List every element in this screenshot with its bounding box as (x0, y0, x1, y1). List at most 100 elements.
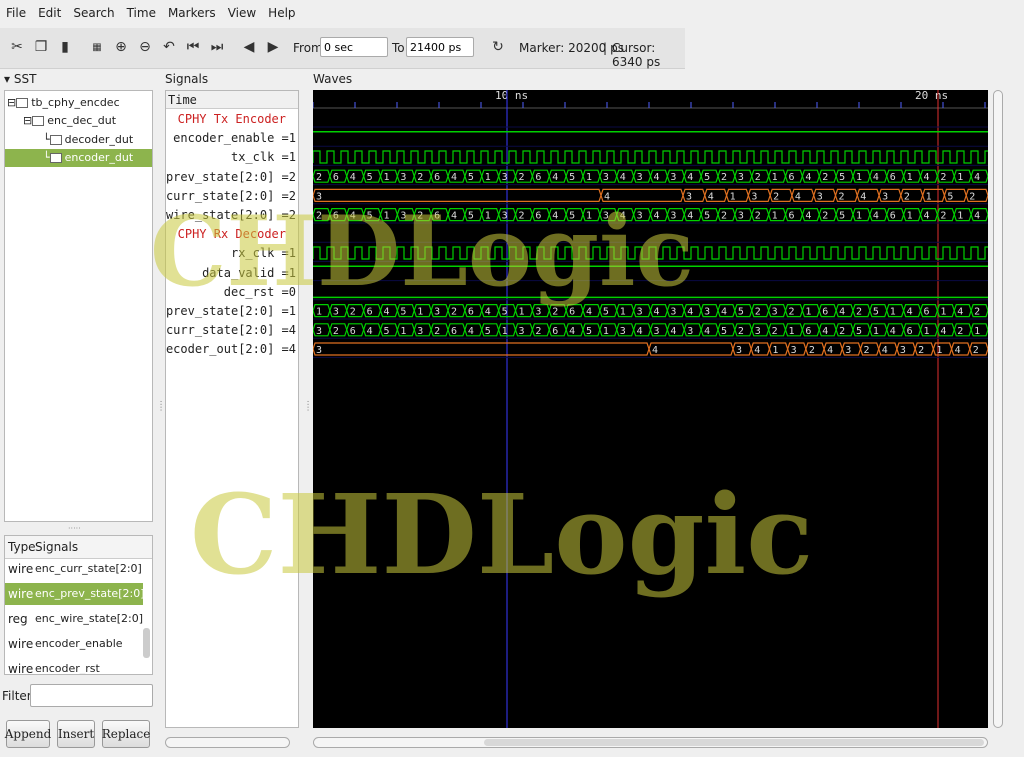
signal-name-row[interactable]: decoder_out[2:0] =4 (166, 340, 296, 359)
bus-value: 2 (316, 211, 322, 222)
tree-item-tb-cphy-encdec[interactable]: ⊟ tb_cphy_encdec (7, 94, 120, 112)
insert-button[interactable]: Insert (57, 720, 95, 748)
append-button[interactable]: Append (5, 720, 51, 748)
bus-value: 2 (350, 307, 356, 318)
bus-value: 3 (686, 191, 692, 202)
signal-list-row[interactable]: reg enc_wire_state[2:0] (5, 608, 143, 630)
bus-value: 4 (805, 172, 811, 183)
signal-list-row[interactable]: wire enc_prev_state[2:0] (5, 583, 144, 605)
bus-value: 3 (670, 307, 676, 318)
prev-edge-icon[interactable]: ◀ (238, 36, 260, 58)
pane-splitter[interactable]: ····· (68, 524, 81, 533)
signal-name-row[interactable]: enc_prev_state[2:0] =2 (166, 168, 296, 187)
signal-name: enc_wire_state[2:0] (35, 612, 144, 625)
signal-list-scrollbar[interactable] (143, 628, 150, 658)
menu-time[interactable]: Time (121, 6, 162, 20)
bus-value: 2 (974, 307, 980, 318)
bus-value: 2 (417, 172, 423, 183)
zoom-fit-icon[interactable]: ▦ (86, 36, 108, 58)
go-start-icon[interactable]: ⏮ (182, 36, 204, 58)
bus-value: 3 (772, 307, 778, 318)
reload-icon[interactable]: ↻ (487, 36, 509, 58)
tree-item-encoder-dut[interactable]: └ encoder_dut (5, 149, 152, 167)
bus-value: 2 (789, 307, 795, 318)
bus-value: 2 (969, 191, 975, 202)
go-end-icon[interactable]: ⏭ (206, 36, 228, 58)
waves-vscrollbar[interactable] (993, 90, 1003, 728)
sst-title[interactable]: ▾ SST (4, 72, 36, 86)
splitter-grip[interactable]: ···· (302, 400, 312, 411)
bus-value: 4 (839, 307, 845, 318)
signal-name-row[interactable]: dec_rst =0 (224, 283, 296, 302)
bus-value: 1 (502, 326, 508, 337)
waves-pane[interactable]: 10 ns 20 ns 2 6 4 5 1 3 2 6 4 5 1 3 2 6 4 5 1 3 4 3 4 3 4 5 2 3 2 1 6 4… (313, 90, 988, 728)
bus-value: 4 (687, 172, 693, 183)
next-edge-icon[interactable]: ▶ (262, 36, 284, 58)
signal-name-row[interactable]: data_valid =1 (202, 264, 296, 283)
bus-value: 6 (890, 172, 896, 183)
signal-name-row[interactable]: enc_curr_state[2:0] =2 (166, 187, 296, 206)
menu-search[interactable]: Search (67, 6, 120, 20)
bus-value: 4 (907, 307, 913, 318)
undo-zoom-icon[interactable]: ↶ (158, 36, 180, 58)
signal-name-row[interactable]: dec_curr_state[2:0] =4 (166, 321, 296, 340)
signal-name-row[interactable]: rx_clk =1 (231, 244, 296, 263)
bus-value: 1 (856, 211, 862, 222)
bus-value: 5 (873, 307, 879, 318)
bus-value: 1 (417, 307, 423, 318)
menu-edit[interactable]: Edit (32, 6, 67, 20)
menu-markers[interactable]: Markers (162, 6, 222, 20)
waves-hscrollbar[interactable] (313, 737, 988, 748)
signal-list-row[interactable]: wire enc_curr_state[2:0] (5, 558, 143, 580)
bus-value: 4 (805, 211, 811, 222)
bus-value: 3 (333, 307, 339, 318)
cut-icon[interactable]: ✂ (6, 36, 28, 58)
signal-group-label[interactable]: CPHY Tx Encoder (178, 110, 286, 129)
bus-value: 1 (772, 172, 778, 183)
bus-value: 5 (704, 211, 710, 222)
menu-help[interactable]: Help (262, 6, 301, 20)
replace-button[interactable]: Replace (102, 720, 150, 748)
signals-header[interactable]: Signals (35, 536, 78, 558)
signal-type: wire (8, 637, 34, 651)
signals-hscrollbar[interactable] (165, 737, 290, 748)
waveform-canvas[interactable]: 10 ns 20 ns2 6 4 5 1 3 2 6 4 5 1 3 2 6 4 5 1 3 4 3 4 3 4 5 2 3 2 1 6 4… (313, 90, 988, 728)
from-input[interactable] (320, 37, 388, 57)
bus-value: 4 (451, 211, 457, 222)
bus-value: 6 (822, 307, 828, 318)
bus-value: 5 (367, 211, 373, 222)
signal-name-row[interactable]: enc_wire_state[2:0] =2 (166, 206, 296, 225)
tree-item-enc-dec-dut[interactable]: ⊟ enc_dec_dut (23, 112, 116, 130)
signal-name-row[interactable]: encoder_enable =1 (173, 129, 296, 148)
waves-hscroll-thumb[interactable] (484, 739, 984, 746)
bus-value: 2 (957, 326, 963, 337)
bus-value: 3 (316, 326, 322, 337)
signal-list-row[interactable]: wire encoder_enable (5, 633, 143, 655)
bus-value: 3 (755, 326, 761, 337)
zoom-out-icon[interactable]: ⊖ (134, 36, 156, 58)
signal-list-row[interactable]: wire encoder_rst (5, 658, 143, 674)
filter-input[interactable] (30, 684, 153, 707)
time-header: Time (166, 91, 298, 109)
menu-file[interactable]: File (0, 6, 32, 20)
bus-value: 1 (730, 191, 736, 202)
signal-name-row[interactable]: dec_prev_state[2:0] =1 (166, 302, 296, 321)
zoom-in-icon[interactable]: ⊕ (110, 36, 132, 58)
bus-value: 4 (604, 191, 610, 202)
tree-item-decoder-dut[interactable]: └ decoder_dut (43, 131, 133, 149)
bus-value: 4 (795, 191, 801, 202)
splitter-grip[interactable]: ···· (155, 400, 165, 411)
bus-value: 3 (900, 345, 906, 356)
bus-value: 2 (918, 345, 924, 356)
paste-icon[interactable]: ▮ (54, 36, 76, 58)
signal-group-label[interactable]: CPHY Rx Decoder (178, 225, 286, 244)
bus-value: 4 (552, 211, 558, 222)
menu-view[interactable]: View (222, 6, 262, 20)
copy-icon[interactable]: ❐ (30, 36, 52, 58)
signal-name-row[interactable]: tx_clk =1 (231, 148, 296, 167)
bus-value: 5 (856, 326, 862, 337)
bus-value: 1 (772, 345, 778, 356)
to-input[interactable] (406, 37, 474, 57)
type-header[interactable]: Type (8, 536, 36, 558)
bus-value: 2 (451, 307, 457, 318)
